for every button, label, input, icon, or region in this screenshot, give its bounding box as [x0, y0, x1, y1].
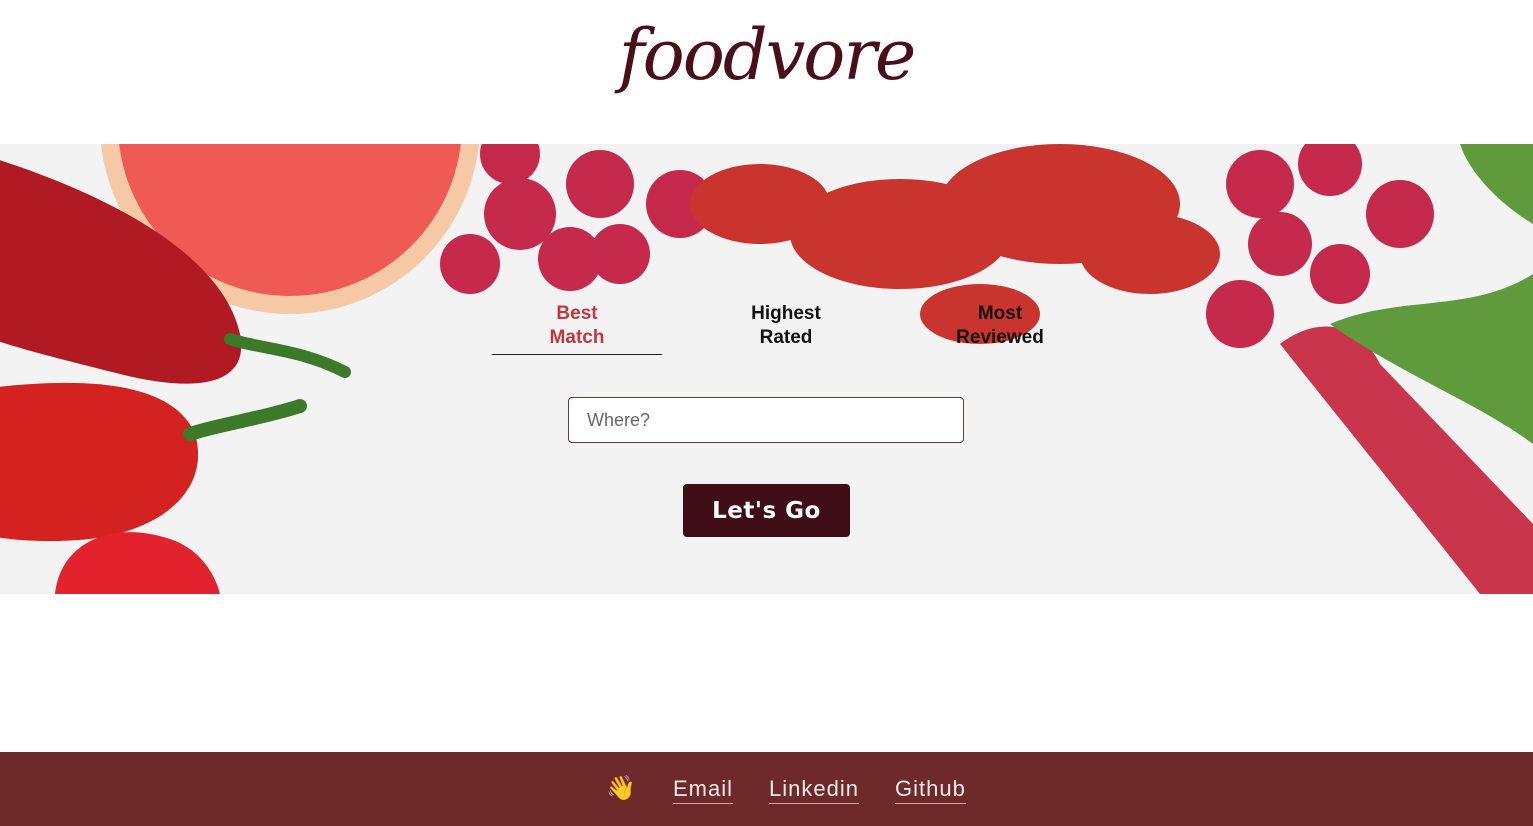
hero-banner: Best Match Highest Rated Most Reviewed L…: [0, 144, 1533, 594]
location-search-field: [568, 397, 964, 443]
lets-go-button[interactable]: Let's Go: [683, 484, 850, 537]
tab-label-line: Match: [549, 327, 605, 348]
linkedin-link[interactable]: Linkedin: [769, 776, 859, 804]
email-link[interactable]: Email: [673, 776, 734, 804]
tab-label-line: Rated: [759, 327, 813, 348]
github-link[interactable]: Github: [895, 776, 966, 804]
tab-best-match[interactable]: Best Match: [492, 302, 662, 350]
tab-label-line: Reviewed: [956, 327, 1044, 348]
location-input[interactable]: [569, 398, 963, 442]
tab-most-reviewed[interactable]: Most Reviewed: [930, 302, 1070, 350]
footer: 👋 Email Linkedin Github: [0, 752, 1533, 826]
tab-highest-rated[interactable]: Highest Rated: [716, 302, 856, 350]
tab-label-line: Highest: [751, 303, 821, 324]
tab-label-line: Most: [977, 303, 1023, 324]
header: foodvore: [0, 0, 1533, 144]
tab-label-line: Best: [556, 303, 598, 324]
logo[interactable]: foodvore: [0, 14, 1533, 96]
active-tab-underline: [492, 354, 662, 355]
waving-hand-icon: 👋: [606, 775, 636, 802]
